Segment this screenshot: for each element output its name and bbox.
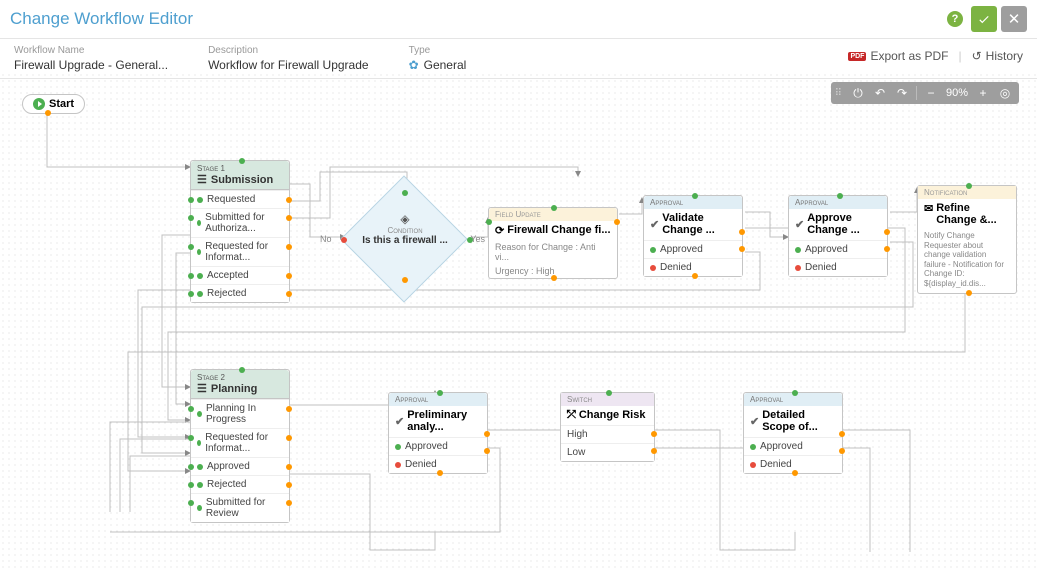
check-icon: ✔ [795, 218, 804, 231]
workflow-name: Firewall Upgrade - General... [14, 58, 168, 72]
field-update-node[interactable]: Field Update ⟳Firewall Change fi... Reas… [488, 207, 618, 279]
play-icon [33, 98, 45, 110]
help-icon[interactable]: ? [947, 11, 963, 27]
stage1-node[interactable]: Stage 1 ☰Submission RequestedSubmitted f… [190, 160, 290, 303]
canvas-toolbar: ⠿ ⏻ ↶ ↷ − 90% + ◎ [831, 82, 1019, 104]
stage-status-item: Approved [191, 457, 289, 475]
undo-icon[interactable]: ↶ [870, 84, 890, 102]
type-value: ✿ General [409, 58, 467, 72]
power-icon[interactable]: ⏻ [848, 84, 868, 102]
history-button[interactable]: ↺History [972, 49, 1023, 63]
stage2-node[interactable]: Stage 2 ☰Planning Planning In ProgressRe… [190, 369, 290, 523]
stage-status-item: Rejected [191, 475, 289, 493]
page-title: Change Workflow Editor [10, 9, 193, 29]
fit-icon[interactable]: ◎ [995, 84, 1015, 102]
stage-status-item: Submitted for Authoriza... [191, 208, 289, 237]
description-label: Description [208, 45, 369, 56]
stage-status-item: Planning In Progress [191, 399, 289, 428]
save-button[interactable] [971, 6, 997, 32]
check-icon: ✔ [750, 415, 759, 428]
history-icon: ↺ [972, 49, 982, 63]
stack-icon: ☰ [197, 173, 207, 186]
stage-status-item: Rejected [191, 284, 289, 302]
condition-node[interactable]: ◈ Condition Is this a firewall ... No Ye… [335, 200, 475, 280]
approval-approve-node[interactable]: Approval ✔Approve Change ... Approved De… [788, 195, 888, 277]
zoom-level: 90% [943, 87, 971, 99]
grip-icon[interactable]: ⠿ [835, 88, 840, 99]
workflow-canvas[interactable]: ⠿ ⏻ ↶ ↷ − 90% + ◎ [0, 72, 1037, 568]
workflow-name-label: Workflow Name [14, 45, 168, 56]
type-label: Type [409, 45, 467, 56]
close-button[interactable]: ✕ [1001, 6, 1027, 32]
pdf-icon: PDF [848, 52, 866, 61]
zoom-out-button[interactable]: − [921, 84, 941, 102]
redo-icon[interactable]: ↷ [892, 84, 912, 102]
stage-status-item: Requested [191, 190, 289, 208]
description: Workflow for Firewall Upgrade [208, 58, 369, 72]
stage-status-item: Requested for Informat... [191, 237, 289, 266]
check-icon: ✔ [650, 218, 659, 231]
start-node[interactable]: Start [22, 94, 85, 114]
export-pdf-button[interactable]: PDFExport as PDF [848, 49, 948, 63]
check-icon: ✔ [395, 415, 404, 428]
branch-icon: ⤱ [567, 409, 576, 422]
switch-node[interactable]: Switch ⤱Change Risk High Low [560, 392, 655, 462]
approval-scope-node[interactable]: Approval ✔Detailed Scope of... Approved … [743, 392, 843, 474]
stage-status-item: Accepted [191, 266, 289, 284]
approval-validate-node[interactable]: Approval ✔Validate Change ... Approved D… [643, 195, 743, 277]
refresh-icon: ⟳ [495, 224, 504, 237]
notification-node[interactable]: Notification ✉Refine Change &... Notify … [917, 185, 1017, 294]
condition-icon: ◈ [335, 212, 475, 226]
gear-icon: ✿ [409, 58, 419, 72]
approval-preliminary-node[interactable]: Approval ✔Preliminary analy... Approved … [388, 392, 488, 474]
connectors [0, 72, 1037, 568]
zoom-in-button[interactable]: + [973, 84, 993, 102]
mail-icon: ✉ [924, 202, 933, 226]
stage-status-item: Requested for Informat... [191, 428, 289, 457]
stack-icon: ☰ [197, 382, 207, 395]
stage-status-item: Submitted for Review [191, 493, 289, 522]
